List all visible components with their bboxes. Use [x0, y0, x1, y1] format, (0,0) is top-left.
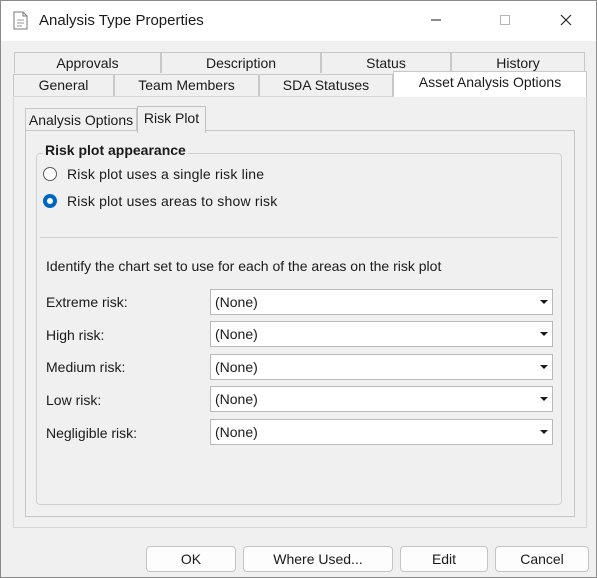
tab-label: General: [38, 77, 89, 93]
high-risk-select[interactable]: (None): [210, 321, 553, 347]
window-title: Analysis Type Properties: [39, 12, 204, 29]
tab-status[interactable]: Status: [321, 52, 451, 73]
negligible-risk-select[interactable]: (None): [210, 419, 553, 445]
tab-label: Status: [366, 55, 406, 71]
negligible-risk-label: Negligible risk:: [46, 425, 138, 441]
cancel-button[interactable]: Cancel: [495, 546, 589, 572]
tab-asset-analysis-options[interactable]: Asset Analysis Options: [393, 71, 587, 97]
title-bar: Analysis Type Properties: [1, 1, 596, 41]
edit-button[interactable]: Edit: [400, 546, 488, 572]
select-value: (None): [215, 359, 258, 375]
low-risk-select[interactable]: (None): [210, 386, 553, 412]
tab-general[interactable]: General: [13, 74, 114, 97]
tab-label: Asset Analysis Options: [418, 74, 562, 90]
minimize-button[interactable]: [413, 1, 459, 41]
high-risk-label: High risk:: [46, 327, 105, 343]
tab-analysis-options[interactable]: Analysis Options: [25, 108, 137, 132]
tab-risk-plot[interactable]: Risk Plot: [137, 106, 206, 133]
radio-areas-show-risk[interactable]: Risk plot uses areas to show risk: [43, 193, 277, 209]
tab-approvals[interactable]: Approvals: [14, 52, 161, 73]
close-icon: [560, 14, 572, 29]
extreme-risk-label: Extreme risk:: [46, 294, 128, 310]
radio-label: Risk plot uses areas to show risk: [67, 193, 278, 209]
chevron-down-icon: [540, 397, 548, 401]
medium-risk-label: Medium risk:: [46, 359, 126, 375]
where-used-button[interactable]: Where Used...: [243, 546, 393, 572]
select-value: (None): [215, 294, 258, 310]
chevron-down-icon: [540, 430, 548, 434]
radio-single-risk-line[interactable]: Risk plot uses a single risk line: [43, 166, 264, 182]
chevron-down-icon: [540, 365, 548, 369]
ok-button[interactable]: OK: [146, 546, 236, 572]
dialog-window: Analysis Type Properties Approvals Descr…: [0, 0, 597, 578]
group-title: Risk plot appearance: [43, 142, 188, 158]
tab-label: Approvals: [56, 55, 119, 71]
maximize-icon: [499, 14, 511, 29]
low-risk-label: Low risk:: [46, 392, 102, 408]
radio-label: Risk plot uses a single risk line: [67, 166, 265, 182]
tab-label: Description: [205, 55, 277, 71]
radio-button[interactable]: [43, 167, 57, 181]
tab-team-members[interactable]: Team Members: [114, 74, 259, 97]
minimize-icon: [430, 14, 442, 29]
select-value: (None): [215, 424, 258, 440]
radio-button-checked[interactable]: [43, 194, 57, 208]
select-value: (None): [215, 391, 258, 407]
divider: [40, 237, 558, 238]
tab-history[interactable]: History: [451, 52, 585, 73]
select-value: (None): [215, 326, 258, 342]
tab-label: Analysis Options: [28, 112, 134, 128]
chevron-down-icon: [540, 300, 548, 304]
chevron-down-icon: [540, 332, 548, 336]
extreme-risk-select[interactable]: (None): [210, 289, 553, 315]
document-icon: [13, 11, 28, 30]
tab-label: SDA Statuses: [282, 77, 370, 93]
medium-risk-select[interactable]: (None): [210, 354, 553, 380]
tab-label: Risk Plot: [143, 110, 200, 126]
close-button[interactable]: [543, 1, 589, 41]
tab-label: Team Members: [138, 77, 235, 93]
tab-label: History: [496, 55, 540, 71]
instruction-text: Identify the chart set to use for each o…: [46, 258, 442, 274]
tab-description[interactable]: Description: [161, 52, 321, 73]
tab-sda-statuses[interactable]: SDA Statuses: [259, 74, 393, 97]
maximize-button[interactable]: [482, 1, 528, 41]
